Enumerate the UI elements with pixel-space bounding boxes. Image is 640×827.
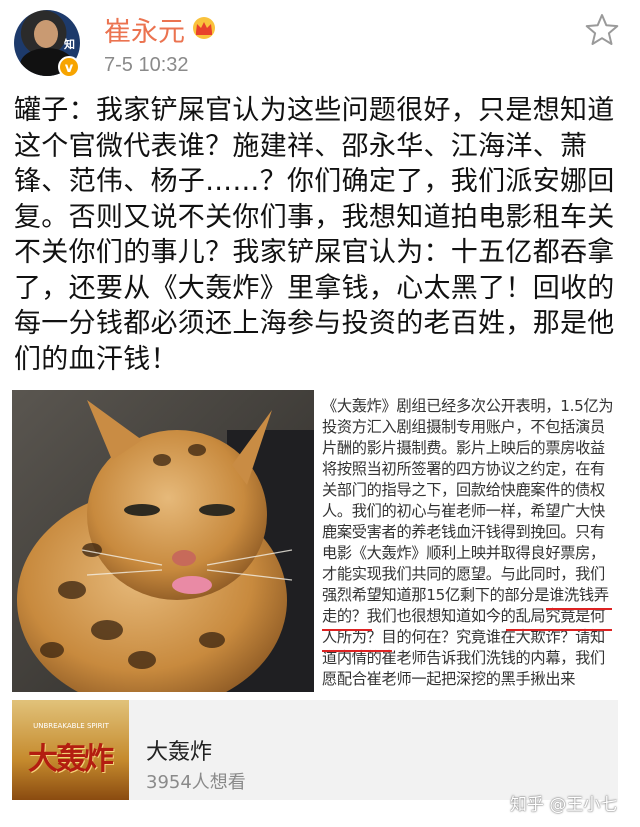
crown-icon	[193, 17, 215, 39]
highlight-underline	[506, 629, 612, 631]
document-screenshot[interactable]: 《大轰炸》剧组已经多次公开表明，1.5亿为投资方汇入剧组摄制专用账户，不包括演员…	[316, 390, 618, 692]
verified-badge-icon: v	[58, 56, 80, 78]
cat-photo[interactable]	[12, 390, 314, 692]
highlight-underline	[546, 608, 612, 610]
avatar-face	[34, 20, 58, 48]
post-text: 罐子：我家铲屎官认为这些问题很好，只是想知道这个官微代表谁？施建祥、邵永华、江海…	[14, 95, 615, 375]
highlight-underline	[322, 650, 392, 652]
movie-card[interactable]: UNBREAKABLE SPIRIT 大轰炸 大轰炸 3954人想看	[12, 700, 618, 800]
avatar-watermark: 知	[64, 38, 75, 51]
highlight-underline	[322, 629, 372, 631]
movie-title: 大轰炸	[146, 740, 213, 765]
poster-subtitle: UNBREAKABLE SPIRIT	[33, 722, 109, 730]
cat-illustration	[12, 390, 314, 692]
watermark: 知乎 @王小七	[510, 795, 618, 815]
movie-poster: UNBREAKABLE SPIRIT 大轰炸	[12, 700, 129, 800]
star-icon[interactable]	[584, 12, 620, 48]
post-header: 知 v 崔永元 7-5 10:32	[0, 0, 640, 88]
document-screenshot-text: 《大轰炸》剧组已经多次公开表明，1.5亿为投资方汇入剧组摄制专用账户，不包括演员…	[322, 397, 614, 688]
poster-title: 大轰炸	[28, 742, 114, 777]
post-timestamp: 7-5 10:32	[104, 54, 189, 76]
username[interactable]: 崔永元	[104, 10, 185, 49]
movie-want-count: 3954人想看	[146, 772, 246, 793]
